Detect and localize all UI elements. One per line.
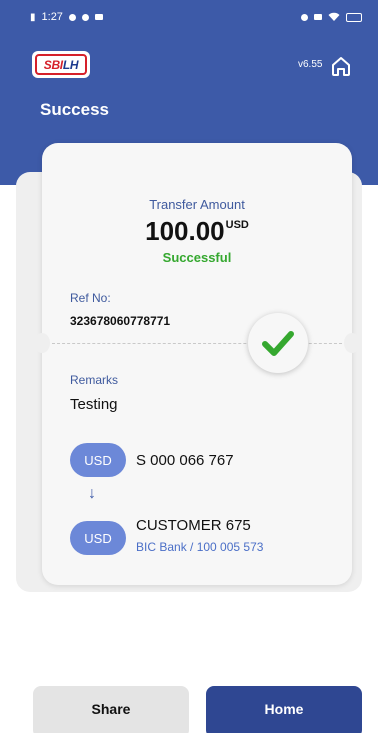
remarks-value: Testing: [70, 396, 118, 413]
page-title: Success: [40, 100, 109, 119]
status-time: 1:27: [41, 11, 63, 23]
amount-currency: USD: [225, 219, 249, 231]
logo-text-sbi: SBI: [43, 57, 63, 72]
receipt-card: Transfer Amount 100.00USD Successful Ref…: [34, 143, 360, 585]
ref-no-label: Ref No:: [70, 291, 111, 305]
alarm-icon: [301, 13, 308, 21]
home-icon[interactable]: [330, 55, 352, 77]
share-button[interactable]: Share: [33, 686, 189, 733]
ticket-notch-right: [344, 333, 360, 353]
transfer-status: Successful: [162, 250, 232, 265]
logo-mark: SBI LH: [35, 54, 87, 75]
beneficiary-bank-account: BIC Bank / 100 005 573: [136, 540, 264, 554]
home-button[interactable]: Home: [206, 686, 362, 733]
from-currency-badge: USD: [70, 443, 126, 477]
messenger-icon: [81, 13, 89, 21]
to-currency-badge: USD: [70, 521, 126, 555]
transfer-amount: 100.00USD: [42, 216, 352, 247]
success-badge: [248, 313, 308, 373]
wifi-icon: [328, 12, 340, 21]
sbilh-logo: SBI LH: [32, 51, 90, 78]
ticket-notch-left: [34, 333, 50, 353]
sim-icon: [314, 14, 322, 20]
ref-no-value: 323678060778771: [70, 314, 171, 328]
remarks-label: Remarks: [70, 373, 119, 387]
amount-value: 100.00: [145, 216, 225, 246]
status-bar: ▮ 1:27: [0, 0, 378, 34]
beneficiary-name: CUSTOMER 675: [136, 517, 251, 534]
status-left: ▮ 1:27: [30, 11, 103, 23]
checkmark-icon: [262, 331, 294, 356]
transfer-amount-label: Transfer Amount: [149, 197, 245, 212]
signal-icon: ▮: [30, 11, 36, 23]
status-right: [301, 12, 362, 22]
arrow-down-icon: ↓: [88, 485, 96, 502]
app-version: v6.55: [298, 59, 323, 70]
battery-icon: [346, 12, 362, 22]
message-icon: [94, 14, 103, 20]
logo-text-lh: LH: [62, 57, 79, 72]
whatsapp-icon: [68, 13, 76, 21]
from-account-number: S 000 066 767: [136, 452, 234, 469]
